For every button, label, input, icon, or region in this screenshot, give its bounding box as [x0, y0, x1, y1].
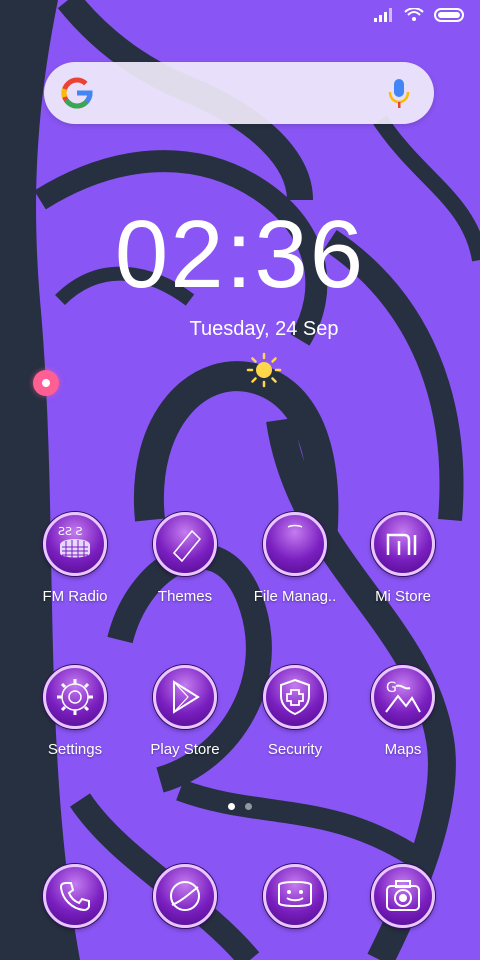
- file-manager-icon: [263, 512, 327, 576]
- radio-icon: ƧƧ Ƨ: [43, 512, 107, 576]
- app-label: Mi Store: [375, 588, 431, 605]
- clock-time[interactable]: 02:36: [0, 200, 480, 310]
- app-label: FM Radio: [42, 588, 108, 605]
- dock-camera[interactable]: [348, 864, 458, 928]
- phone-icon: [43, 864, 107, 928]
- svg-text:ƧƧ Ƨ: ƧƧ Ƨ: [58, 525, 82, 538]
- wallpaper: [0, 0, 480, 960]
- gear-icon: [43, 665, 107, 729]
- themes-icon: [153, 512, 217, 576]
- google-logo-icon: [61, 77, 93, 109]
- app-mi-store[interactable]: Mi Store: [348, 512, 458, 605]
- app-file-manager[interactable]: File Manag..: [240, 512, 350, 605]
- app-label: Play Store: [150, 741, 220, 758]
- dock-phone[interactable]: [20, 864, 130, 928]
- sun-icon[interactable]: [246, 352, 282, 388]
- floating-ball-button[interactable]: [33, 370, 59, 396]
- app-settings[interactable]: Settings: [20, 665, 130, 758]
- shield-plus-icon: [263, 665, 327, 729]
- dock-browser[interactable]: [130, 864, 240, 928]
- app-label: Themes: [157, 588, 213, 605]
- map-icon: G: [371, 665, 435, 729]
- mi-store-icon: [371, 512, 435, 576]
- page-dot-active[interactable]: [228, 803, 235, 810]
- wifi-icon: [404, 8, 424, 21]
- app-themes[interactable]: Themes: [130, 512, 240, 605]
- svg-text:G: G: [386, 680, 397, 696]
- play-store-icon: [153, 665, 217, 729]
- app-label: Security: [267, 741, 323, 758]
- app-label: File Manag..: [253, 588, 337, 605]
- messages-icon: [263, 864, 327, 928]
- status-bar: [0, 0, 480, 36]
- app-security[interactable]: Security: [240, 665, 350, 758]
- app-fm-radio[interactable]: ƧƧ Ƨ FM Radio: [20, 512, 130, 605]
- google-search-bar[interactable]: [44, 62, 434, 124]
- battery-icon: [434, 8, 464, 22]
- signal-icon: [374, 8, 392, 22]
- app-maps[interactable]: G Maps: [348, 665, 458, 758]
- app-label: Maps: [384, 741, 422, 758]
- camera-icon: [371, 864, 435, 928]
- clock-date: Tuesday, 24 Sep: [189, 318, 339, 340]
- mic-icon[interactable]: [388, 78, 410, 110]
- app-label: Settings: [47, 741, 103, 758]
- page-indicator: [228, 803, 252, 810]
- app-play-store[interactable]: Play Store: [130, 665, 240, 758]
- browser-icon: [153, 864, 217, 928]
- dock-messages[interactable]: [240, 864, 350, 928]
- page-dot[interactable]: [245, 803, 252, 810]
